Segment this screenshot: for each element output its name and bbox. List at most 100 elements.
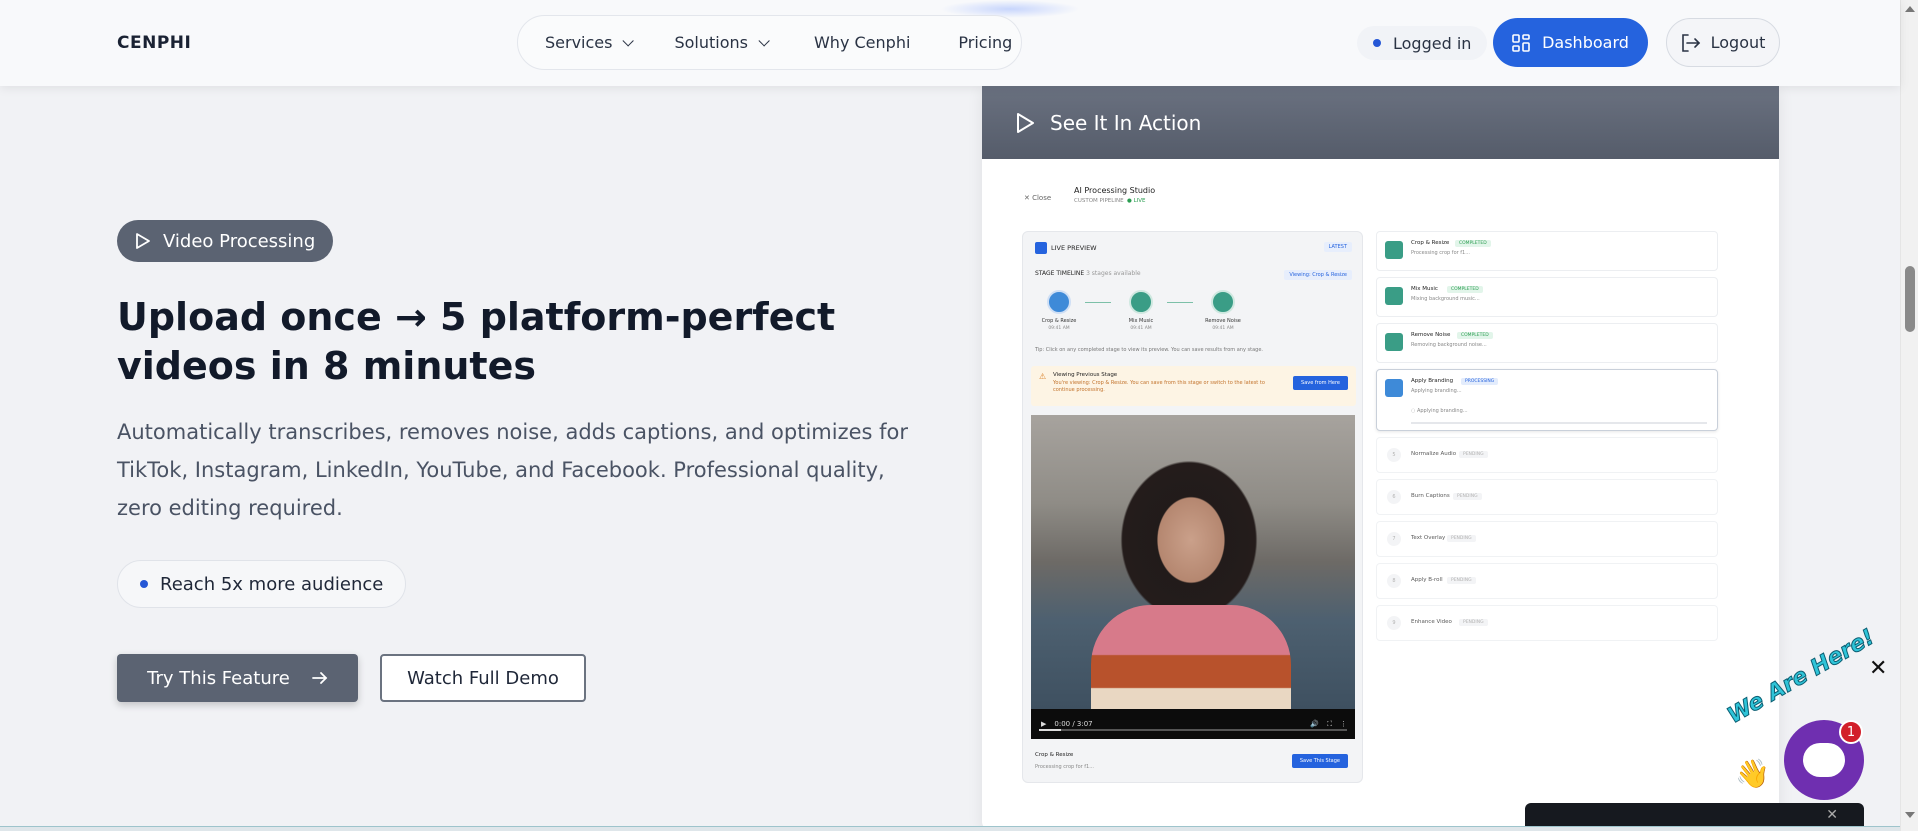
save-stage-button[interactable]: Save This Stage xyxy=(1291,754,1348,768)
studio-screenshot: ✕ Close AI Processing Studio CUSTOM PIPE… xyxy=(982,159,1779,831)
hero-subtitle: Automatically transcribes, removes noise… xyxy=(117,420,909,520)
step-status: PENDING xyxy=(1447,577,1476,584)
pipeline-step[interactable]: Mix Music COMPLETED Mixing background musi… xyxy=(1376,277,1718,317)
nav-item-services[interactable]: Services xyxy=(545,33,635,52)
scroll-up-icon[interactable] xyxy=(1905,6,1915,12)
step-desc-2: Applying branding... xyxy=(1416,408,1468,414)
chevron-down-icon xyxy=(758,34,770,47)
timeline-stage[interactable]: Mix Music 09:41 AM xyxy=(1113,290,1169,331)
pipeline-step[interactable]: Crop & Resize COMPLETED Processing crop fo… xyxy=(1376,231,1718,271)
more-icon[interactable]: ⋮ xyxy=(1340,720,1347,728)
watch-demo-button[interactable]: Watch Full Demo xyxy=(380,654,586,702)
nav-item-label: Pricing xyxy=(958,33,1013,52)
warning-title: Viewing Previous Stage xyxy=(1053,372,1118,378)
stage-icon xyxy=(1047,290,1071,314)
timeline-label: STAGE TIMELINE xyxy=(1035,270,1085,277)
step-processing-icon xyxy=(1385,379,1403,397)
dashboard-icon xyxy=(1512,33,1530,52)
step-name: Normalize Audio xyxy=(1411,451,1457,457)
stage-icon xyxy=(1129,290,1153,314)
step-status: PENDING xyxy=(1447,535,1476,542)
timeline-stage[interactable]: Crop & Resize 09:41 AM xyxy=(1031,290,1087,331)
login-status: Logged in xyxy=(1357,26,1488,60)
step-status: COMPLETED xyxy=(1455,240,1491,247)
timeline-tip: Tip: Click on any completed stage to vie… xyxy=(1035,347,1263,353)
chat-icon xyxy=(1803,743,1845,777)
stage-icon xyxy=(1211,290,1235,314)
notification-badge: 1 xyxy=(1839,720,1863,744)
preview-title-label: LIVE PREVIEW xyxy=(1051,244,1097,252)
scroll-thumb[interactable] xyxy=(1905,266,1915,332)
scroll-down-icon[interactable] xyxy=(1905,812,1915,818)
highlight-pill: Reach 5x more audience xyxy=(117,560,407,608)
close-icon[interactable]: ✕ xyxy=(1869,656,1887,681)
stage-label: Remove Noise xyxy=(1205,318,1241,324)
step-check-icon xyxy=(1385,241,1403,259)
pipeline-step[interactable]: 7 Text Overlay PENDING xyxy=(1376,521,1718,557)
live-preview-panel: LIVE PREVIEW LATEST STAGE TIMELINE 3 sta… xyxy=(1022,231,1363,783)
nav-item-label: Solutions xyxy=(674,33,748,52)
pipeline-steps: Crop & Resize COMPLETED Processing crop fo… xyxy=(1376,231,1718,647)
save-from-here-button[interactable]: Save from Here xyxy=(1293,376,1348,390)
video-progress-fill xyxy=(1039,729,1061,731)
step-name: Apply B-roll xyxy=(1411,577,1443,583)
fullscreen-icon[interactable]: ⛶ xyxy=(1327,720,1332,729)
video-controls: ▶ 0:00 / 3:07 🔊 ⛶ ⋮ xyxy=(1031,709,1355,739)
pipeline-step[interactable]: Apply Branding PROCESSING Applying brandin… xyxy=(1376,369,1718,431)
timeline-count: 3 stages available xyxy=(1086,270,1141,277)
timeline-stage[interactable]: Remove Noise 09:41 AM xyxy=(1195,290,1251,331)
hero-headline: Upload once → 5 platform-perfect videos … xyxy=(117,295,836,388)
pipeline-step[interactable]: 8 Apply B-roll PENDING xyxy=(1376,563,1718,599)
demo-card-header: See It In Action xyxy=(982,86,1779,159)
timeline-connector xyxy=(1167,302,1193,303)
volume-icon[interactable]: 🔊 xyxy=(1310,720,1319,728)
logout-label: Logout xyxy=(1710,33,1766,52)
latest-badge[interactable]: LATEST xyxy=(1323,242,1352,252)
stage-label: Mix Music xyxy=(1128,318,1154,324)
preview-footer-desc: Processing crop for f1... xyxy=(1035,764,1094,770)
video-time: 0:00 / 3:07 xyxy=(1054,720,1093,728)
video-progress[interactable] xyxy=(1039,729,1347,731)
login-status-label: Logged in xyxy=(1393,33,1472,53)
step-status: PENDING xyxy=(1459,619,1488,626)
try-feature-label: Try This Feature xyxy=(147,667,290,689)
arrow-right-icon xyxy=(311,672,328,684)
video-player[interactable]: ▶ 0:00 / 3:07 🔊 ⛶ ⋮ xyxy=(1031,415,1355,739)
step-name: Text Overlay xyxy=(1411,535,1446,541)
studio-close[interactable]: ✕ Close xyxy=(1024,194,1051,202)
studio-title: AI Processing Studio xyxy=(1074,186,1156,195)
play-icon[interactable]: ▶ xyxy=(1041,720,1046,728)
step-name: Remove Noise xyxy=(1411,332,1451,338)
step-number: 6 xyxy=(1387,490,1401,504)
pipeline-step[interactable]: 6 Burn Captions PENDING xyxy=(1376,479,1718,515)
pipeline-step[interactable]: 9 Enhance Video PENDING xyxy=(1376,605,1718,641)
close-icon[interactable]: ✕ xyxy=(1826,807,1838,823)
watch-demo-label: Watch Full Demo xyxy=(407,667,559,689)
pipeline-step[interactable]: 5 Normalize Audio PENDING xyxy=(1376,437,1718,473)
step-desc: Removing background noise... xyxy=(1411,342,1487,348)
live-label: ● LIVE xyxy=(1127,198,1146,204)
pipeline-label: CUSTOM PIPELINE xyxy=(1074,198,1124,204)
page-scrollbar[interactable] xyxy=(1900,0,1918,831)
logout-icon xyxy=(1681,33,1700,52)
pipeline-step[interactable]: Remove Noise COMPLETED Removing background… xyxy=(1376,323,1718,363)
stage-label: Crop & Resize xyxy=(1041,318,1077,324)
dashboard-button[interactable]: Dashboard xyxy=(1493,18,1648,67)
step-check-icon xyxy=(1385,333,1403,351)
logo[interactable]: CENPHI xyxy=(117,33,191,53)
nav-item-solutions[interactable]: Solutions xyxy=(674,33,770,52)
step-status: PENDING xyxy=(1453,493,1482,500)
logout-button[interactable]: Logout xyxy=(1666,18,1780,67)
step-check-icon xyxy=(1385,287,1403,305)
step-status: PENDING xyxy=(1459,451,1488,458)
try-feature-button[interactable]: Try This Feature xyxy=(117,654,358,702)
play-icon xyxy=(1017,112,1034,133)
step-number: 8 xyxy=(1387,574,1401,588)
demo-card: See It In Action ✕ Close AI Processing S… xyxy=(982,86,1779,831)
stage-time: 09:41 AM xyxy=(1048,326,1070,331)
live-preview-title: LIVE PREVIEW xyxy=(1035,242,1097,254)
nav-item-why-cenphi[interactable]: Why Cenphi xyxy=(814,33,910,52)
chevron-down-icon xyxy=(622,34,635,47)
nav-item-pricing[interactable]: Pricing xyxy=(958,33,1012,52)
feature-badge-label: Video Processing xyxy=(163,230,316,252)
